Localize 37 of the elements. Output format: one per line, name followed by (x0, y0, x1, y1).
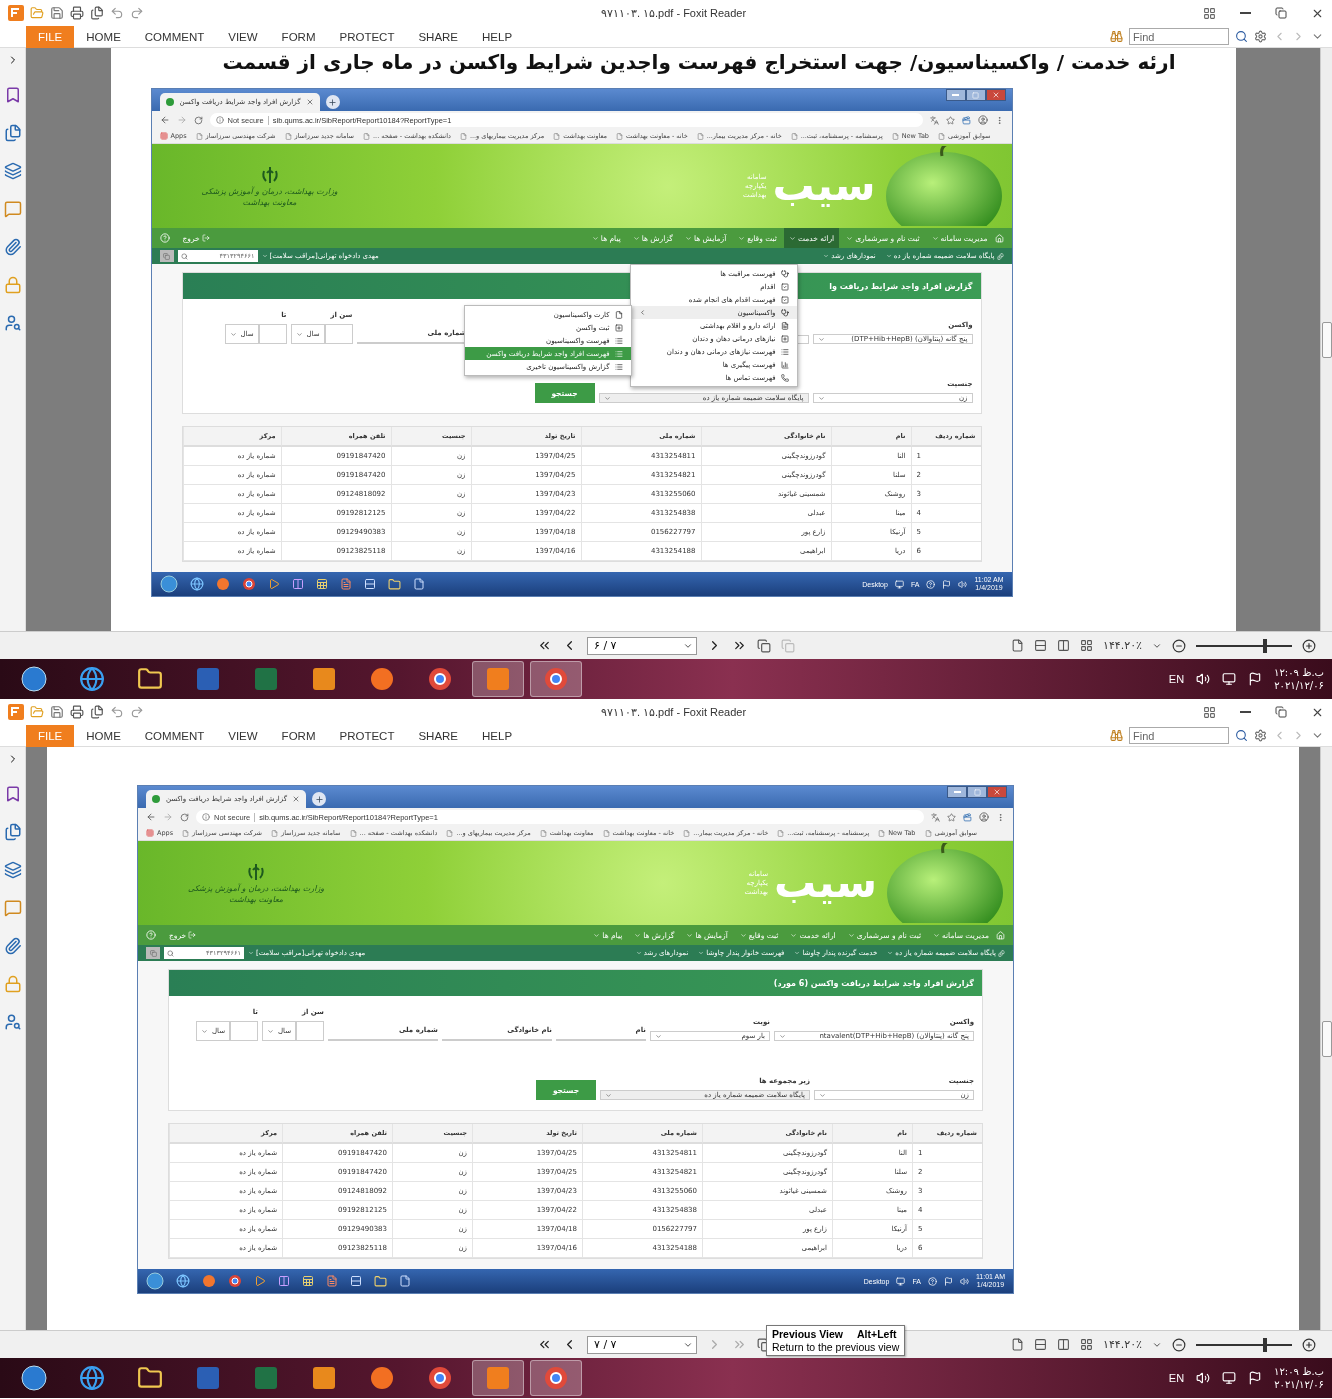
zoom-level[interactable]: ۱۴۴.۲۰٪ (1103, 639, 1142, 652)
ribbon-tab[interactable]: SHARE (406, 724, 471, 747)
brand-logo-text: سیب (772, 165, 876, 207)
ribbon-tab[interactable]: HOME (74, 25, 133, 48)
window-title: ۹۷۱۱۰۳. ۱۵.pdf - Foxit Reader (599, 705, 748, 719)
deputy-text: معاونت بهداشت (242, 198, 297, 207)
ribbon-tab[interactable]: VIEW (216, 25, 270, 48)
zoom-level[interactable]: ۱۴۴.۲۰٪ (1103, 1338, 1142, 1351)
ribbon-tab[interactable]: PROTECT (327, 25, 407, 48)
ministry-text: وزارت بهداشت، درمان و آموزش پزشکی (188, 884, 325, 893)
brand-logo-text: سیب (774, 862, 877, 904)
language-indicator[interactable]: EN (1168, 1372, 1185, 1384)
clock[interactable]: ۱۲:۰۹ ب.ظ ۲۰۲۱/۱۲/۰۶ (1274, 666, 1324, 692)
ribbon-tab[interactable]: VIEW (216, 724, 270, 747)
ribbon-tab[interactable]: FORM (269, 25, 328, 48)
deputy-text: معاونت بهداشت (229, 895, 284, 904)
ribbon-tab[interactable]: PROTECT (327, 724, 407, 747)
page-number-field[interactable]: ۷ / ۷ (587, 1335, 697, 1354)
clock[interactable]: ۱۲:۰۹ ب.ظ ۲۰۲۱/۱۲/۰۶ (1274, 1365, 1324, 1391)
tooltip-shortcut: Alt+Left (857, 1328, 897, 1340)
page-number-field[interactable]: ۶ / ۷ (587, 636, 697, 655)
find-field[interactable]: Find (1129, 727, 1229, 744)
ribbon-tab[interactable]: COMMENT (132, 25, 217, 48)
window-title: ۹۷۱۱۰۳. ۱۵.pdf - Foxit Reader (599, 6, 748, 20)
tooltip-title: Previous View (772, 1328, 843, 1340)
panel-title: گزارش افراد واجد شرایط دریافت واکسن (6 مورد) (169, 970, 982, 996)
ribbon-tab[interactable]: COMMENT (132, 724, 217, 747)
ministry-text: وزارت بهداشت، درمان و آموزش پزشکی (201, 187, 338, 196)
find-field[interactable]: Find (1129, 28, 1229, 45)
ribbon-tab[interactable]: FORM (269, 724, 328, 747)
ribbon-tab[interactable]: HELP (470, 25, 525, 48)
language-indicator[interactable]: EN (1168, 673, 1185, 685)
ribbon-tab[interactable]: HELP (470, 724, 525, 747)
tooltip-text: Return to the previous view (772, 1341, 900, 1353)
ribbon-tab[interactable]: HOME (74, 724, 133, 747)
ribbon-tab[interactable]: SHARE (406, 25, 471, 48)
page-heading: ارئه خدمت / واکسیناسیون/ جهت استخراج فهرست واجدین شرایط واکسن در ماه جاری از قسمت (222, 50, 1177, 74)
